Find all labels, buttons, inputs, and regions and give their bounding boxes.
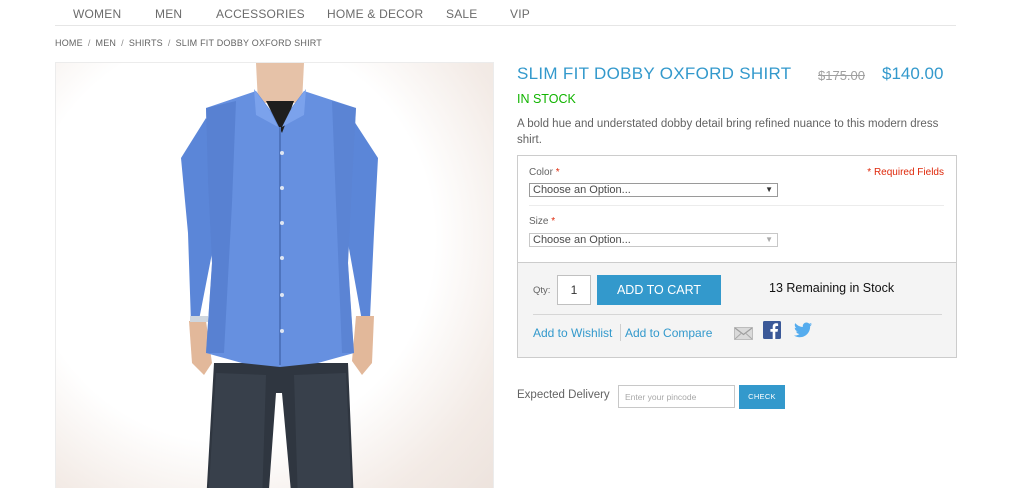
link-separator [620, 324, 621, 341]
chevron-down-icon: ▼ [765, 185, 773, 194]
nav-item-vip[interactable]: VIP [510, 7, 530, 21]
qty-input[interactable]: 1 [557, 275, 591, 305]
chevron-down-icon: ▼ [765, 235, 773, 244]
color-select[interactable]: Choose an Option... ▼ [529, 183, 778, 197]
pincode-input[interactable] [618, 385, 735, 408]
email-icon[interactable] [734, 325, 753, 344]
required-star: * [555, 167, 560, 178]
qty-label: Qty: [533, 285, 551, 296]
add-to-wishlist-link[interactable]: Add to Wishlist [533, 326, 612, 340]
product-description: A bold hue and understated dobby detail … [517, 118, 939, 146]
twitter-icon[interactable] [794, 322, 812, 342]
color-label: Color * [529, 167, 560, 178]
product-photo-blue-shirt [181, 63, 378, 488]
breadcrumb-men[interactable]: MEN [96, 38, 117, 48]
breadcrumb-current: SLIM FIT DOBBY OXFORD SHIRT [175, 38, 323, 48]
size-select-value: Choose an Option... [533, 234, 631, 246]
product-options: Color * * Required Fields Choose an Opti… [517, 155, 957, 262]
size-label: Size * [529, 216, 555, 227]
breadcrumb-shirts[interactable]: SHIRTS [129, 38, 163, 48]
old-price: $175.00 [818, 68, 865, 83]
add-to-cart-box: Qty: 1 ADD TO CART 13 Remaining in Stock… [517, 262, 957, 358]
size-select[interactable]: Choose an Option... ▼ [529, 233, 778, 247]
breadcrumb-home[interactable]: HOME [55, 38, 83, 48]
size-label-text: Size [529, 216, 549, 227]
color-label-text: Color [529, 167, 553, 178]
cart-divider [533, 314, 942, 315]
required-fields-note: * Required Fields [867, 167, 944, 178]
add-to-compare-link[interactable]: Add to Compare [625, 326, 712, 340]
stock-remaining: 13 Remaining in Stock [769, 281, 895, 295]
expected-delivery-label: Expected Delivery [517, 389, 610, 401]
options-divider [529, 205, 944, 206]
top-navigation: WOMEN MEN ACCESSORIES HOME & DECOR SALE … [55, 0, 956, 26]
breadcrumb-separator: / [121, 38, 124, 48]
breadcrumb-separator: / [87, 38, 91, 48]
nav-item-accessories[interactable]: ACCESSORIES [216, 7, 305, 21]
nav-item-home-decor[interactable]: HOME & DECOR [327, 7, 423, 21]
add-to-cart-button[interactable]: ADD TO CART [597, 275, 721, 305]
required-star: * [551, 216, 556, 227]
facebook-icon[interactable] [763, 321, 781, 343]
nav-item-women[interactable]: WOMEN [73, 7, 121, 21]
nav-item-men[interactable]: MEN [155, 7, 182, 21]
check-button[interactable]: CHECK [739, 385, 785, 409]
color-select-value: Choose an Option... [533, 184, 631, 196]
availability-status: IN STOCK [517, 92, 576, 106]
product-name: SLIM FIT DOBBY OXFORD SHIRT [517, 64, 792, 83]
product-image[interactable] [55, 62, 494, 488]
breadcrumb: HOME / MEN / SHIRTS / SLIM FIT DOBBY OXFORD SH… [55, 38, 322, 48]
special-price: $140.00 [882, 64, 944, 83]
breadcrumb-separator: / [167, 38, 171, 48]
nav-item-sale[interactable]: SALE [446, 7, 478, 21]
